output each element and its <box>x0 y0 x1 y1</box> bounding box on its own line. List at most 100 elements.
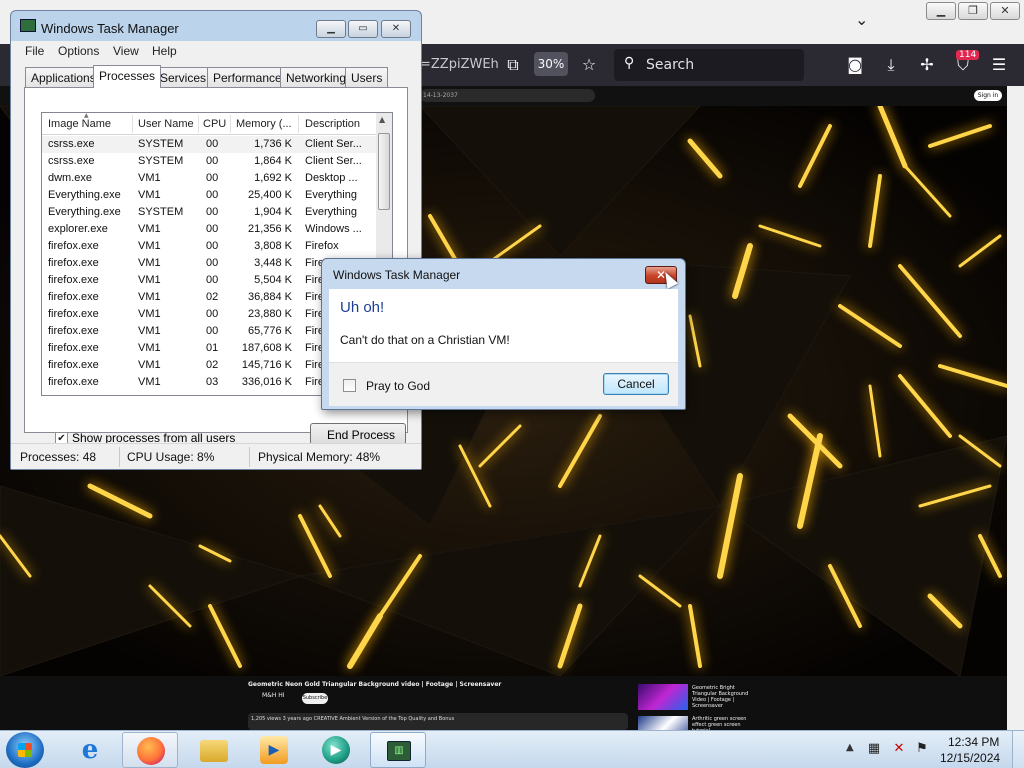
task-manager-app-icon <box>20 19 36 32</box>
column-divider[interactable] <box>230 115 231 133</box>
related-thumbnail-1[interactable] <box>638 684 688 710</box>
table-row[interactable]: Everything.exe VM1 00 25,400 K Everything <box>42 187 376 204</box>
status-physical-memory: Physical Memory: 48% <box>258 450 381 464</box>
tab-list-chevron-icon[interactable]: ⌄ <box>855 10 868 29</box>
process-user: VM1 <box>138 172 161 184</box>
pocket-icon[interactable]: ◙ <box>844 54 866 76</box>
clock-time[interactable]: 12:34 PM <box>948 735 999 749</box>
show-desktop-button[interactable] <box>1012 731 1024 768</box>
menu-view[interactable]: View <box>113 44 139 58</box>
tab-performance[interactable]: Performance <box>207 67 288 87</box>
search-box[interactable]: ⚲ Search <box>614 49 804 81</box>
process-name: firefox.exe <box>48 376 99 388</box>
column-description[interactable]: Description <box>305 118 360 130</box>
table-row[interactable]: csrss.exe SYSTEM 00 1,864 K Client Ser... <box>42 153 376 170</box>
column-divider[interactable] <box>132 115 133 133</box>
process-cpu: 02 <box>206 359 219 371</box>
table-row[interactable]: csrss.exe SYSTEM 00 1,736 K Client Ser... <box>42 136 376 153</box>
process-cpu: 00 <box>206 138 219 150</box>
column-divider[interactable] <box>198 115 199 133</box>
minimize-button[interactable]: ▁ <box>926 2 956 20</box>
tab-processes[interactable]: Processes <box>93 65 162 88</box>
action-center-flag-icon[interactable]: ⚑ <box>914 741 930 757</box>
show-hidden-icons-arrow[interactable]: ▲ <box>846 742 854 753</box>
scroll-up-arrow-icon[interactable]: ▲ <box>379 115 385 124</box>
restore-button[interactable]: ❐ <box>958 2 988 20</box>
tm-minimize-button[interactable]: ▁ <box>316 20 346 38</box>
process-user: VM1 <box>138 223 161 235</box>
taskbar-task-manager[interactable]: ▥ <box>370 732 426 768</box>
process-description: Desktop ... <box>305 172 358 184</box>
column-divider[interactable] <box>298 115 299 133</box>
task-manager-statusbar: Processes: 48 CPU Usage: 8% Physical Mem… <box>11 443 421 469</box>
table-row[interactable]: Everything.exe SYSTEM 00 1,904 K Everything <box>42 204 376 221</box>
process-memory: 5,504 K <box>254 274 292 286</box>
taskbar-app-circle[interactable]: ▶ <box>308 732 364 768</box>
menu-file[interactable]: File <box>25 44 44 58</box>
table-row[interactable]: explorer.exe VM1 00 21,356 K Windows ... <box>42 221 376 238</box>
zoom-level-button[interactable]: 30% <box>534 52 568 76</box>
video-description[interactable]: 1,205 views 3 years ago CREATIVE Ambient… <box>248 713 628 730</box>
related-title-1[interactable]: Geometric Bright Triangular Background V… <box>692 685 752 709</box>
scroll-thumb[interactable] <box>378 133 390 210</box>
clock-date[interactable]: 12/15/2024 <box>940 751 1000 765</box>
process-memory: 36,884 K <box>247 291 292 303</box>
channel-name[interactable]: M&H HI <box>262 692 285 699</box>
extensions-icon[interactable]: ✢ <box>916 54 938 76</box>
taskbar: e ▶ ▶ ▥ ▲ ▦ ✕ ⚑ 12:34 PM 12/15/2024 <box>0 730 1024 768</box>
close-button[interactable]: ✕ <box>990 2 1020 20</box>
process-cpu: 00 <box>206 206 219 218</box>
start-button[interactable] <box>6 732 44 768</box>
process-description: Client Ser... <box>305 155 362 167</box>
task-manager-menubar: File Options View Help <box>11 41 421 61</box>
subscribe-button[interactable]: Subscribe <box>302 693 328 704</box>
page-scrollbar[interactable] <box>1007 86 1024 730</box>
pray-to-god-label[interactable]: Pray to God <box>366 379 430 393</box>
table-row[interactable]: firefox.exe VM1 00 3,808 K Firefox <box>42 238 376 255</box>
column-image-name[interactable]: Image Name <box>48 118 111 130</box>
tab-applications[interactable]: Applications <box>25 67 102 87</box>
process-memory: 1,864 K <box>254 155 292 167</box>
tm-close-button[interactable]: ✕ <box>381 20 411 38</box>
ublock-count-badge: 114 <box>956 50 980 60</box>
process-user: VM1 <box>138 257 161 269</box>
process-description: Everything <box>305 189 357 201</box>
process-name: Everything.exe <box>48 206 121 218</box>
taskbar-file-explorer[interactable] <box>186 732 242 768</box>
end-process-button[interactable]: End Process <box>310 423 406 445</box>
picture-in-picture-icon[interactable]: ⧉ <box>502 54 524 76</box>
task-manager-title: Windows Task Manager <box>41 21 179 36</box>
volume-muted-icon[interactable]: ✕ <box>891 741 907 757</box>
status-cpu-usage: CPU Usage: 8% <box>127 450 215 464</box>
tab-services[interactable]: Services <box>154 67 213 87</box>
bookmark-star-icon[interactable]: ☆ <box>578 54 600 76</box>
menu-help[interactable]: Help <box>152 44 177 58</box>
taskbar-internet-explorer[interactable]: e <box>62 732 118 768</box>
tab-networking[interactable]: Networking <box>280 67 353 87</box>
process-name: firefox.exe <box>48 359 99 371</box>
column-cpu[interactable]: CPU <box>203 118 226 130</box>
downloads-icon[interactable]: ⤓ <box>880 54 902 76</box>
process-description: Windows ... <box>305 223 362 235</box>
menu-options[interactable]: Options <box>58 44 99 58</box>
firefox-icon <box>137 737 165 765</box>
network-icon[interactable]: ▦ <box>866 741 882 757</box>
status-processes: Processes: 48 <box>20 450 97 464</box>
table-row[interactable]: dwm.exe VM1 00 1,692 K Desktop ... <box>42 170 376 187</box>
hamburger-menu-icon[interactable]: ☰ <box>988 54 1010 76</box>
column-user-name[interactable]: User Name <box>138 118 194 130</box>
pray-to-god-checkbox[interactable] <box>343 379 356 392</box>
media-player-icon: ▶ <box>260 736 288 764</box>
cancel-button[interactable]: Cancel <box>603 373 669 395</box>
tm-maximize-button[interactable]: ▭ <box>348 20 378 38</box>
url-bar-fragment[interactable]: =ZZpiZWEh <box>420 57 499 72</box>
youtube-sign-in[interactable]: Sign in <box>974 90 1002 101</box>
dialog-heading: Uh oh! <box>340 299 385 316</box>
column-memory[interactable]: Memory (... <box>236 118 292 130</box>
task-manager-titlebar[interactable]: Windows Task Manager ▁ ▭ ✕ <box>11 11 421 41</box>
tab-users[interactable]: Users <box>345 67 389 87</box>
process-name: firefox.exe <box>48 291 99 303</box>
taskbar-media-player[interactable]: ▶ <box>246 732 302 768</box>
process-name: firefox.exe <box>48 274 99 286</box>
taskbar-firefox[interactable] <box>122 732 178 768</box>
